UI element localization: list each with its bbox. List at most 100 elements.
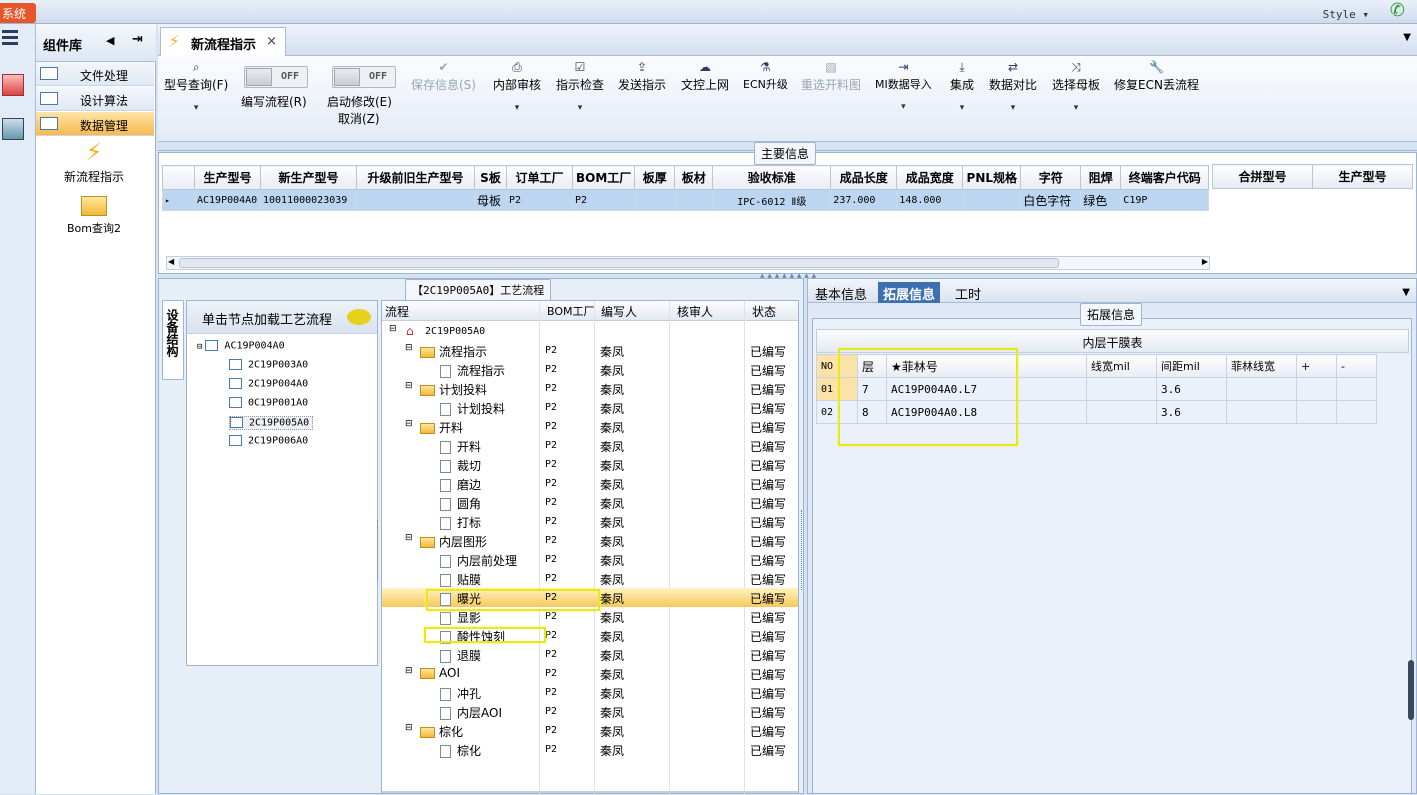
save-info-button[interactable]: ✔ 保存信息(S) <box>411 60 476 93</box>
flow-row[interactable]: 裁切 P2 秦凤 已编写 <box>382 455 798 474</box>
flow-row[interactable]: 流程指示 P2 秦凤 已编写 <box>382 360 798 379</box>
tree-child-node-selected[interactable]: 2C19P005A0 <box>229 416 314 430</box>
flow-row[interactable]: 冲孔 P2 秦凤 已编写 <box>382 683 798 702</box>
column-header[interactable]: 编写人 <box>601 303 637 320</box>
flow-step-name: 内层AOI <box>457 706 502 720</box>
ecn-upgrade-button[interactable]: ⚗ ECN升级 <box>743 60 788 92</box>
flow-row[interactable]: 内层AOI P2 秦凤 已编写 <box>382 702 798 721</box>
doc-control-online-button[interactable]: ☁ 文控上网 <box>681 60 729 93</box>
menu-item-design-algorithm[interactable]: 设计算法 <box>36 87 154 111</box>
horizontal-scrollbar[interactable]: ◀ ▶ <box>166 256 1210 270</box>
column-header[interactable]: 字符 <box>1020 165 1082 190</box>
repair-ecn-flow-button[interactable]: 🔧 修复ECN丢流程 <box>1114 60 1199 93</box>
system-menu-tab[interactable]: 系统 <box>0 3 36 23</box>
column-header[interactable]: 成品长度 <box>830 165 898 190</box>
calculator-icon[interactable] <box>2 118 24 140</box>
close-tab-icon[interactable]: × <box>266 34 277 49</box>
flow-row[interactable]: ⊟ 棕化 P2 秦凤 已编写 <box>382 721 798 740</box>
pin-icon[interactable]: ⇥ <box>132 32 143 47</box>
send-instruction-button[interactable]: ⇪ 发送指示 <box>618 60 666 93</box>
vertical-scrollbar-thumb[interactable] <box>1408 660 1414 720</box>
menu-item-data-management[interactable]: 数据管理 <box>36 112 154 136</box>
model-query-button[interactable]: ⌕ 型号查询(F) ▾ <box>164 60 228 113</box>
column-header[interactable]: 订单工厂 <box>506 165 573 190</box>
flow-row[interactable]: 贴膜 P2 秦凤 已编写 <box>382 569 798 588</box>
tab-extended-info[interactable]: 拓展信息 <box>878 282 941 303</box>
tab-list-dropdown-icon[interactable]: ▼ <box>1403 32 1411 43</box>
column-header[interactable]: 阻焊 <box>1080 165 1122 190</box>
flow-row[interactable]: 开料 P2 秦凤 已编写 <box>382 436 798 455</box>
tab-working-hours[interactable]: 工时 <box>950 282 986 303</box>
menu-item-file-processing[interactable]: 文件处理 <box>36 62 154 86</box>
flow-row[interactable]: ⊟ 开料 P2 秦凤 已编写 <box>382 417 798 436</box>
column-header[interactable]: S板 <box>474 165 507 190</box>
tree-child-node[interactable]: 0C19P001A0 <box>229 397 308 409</box>
mi-data-import-button[interactable]: ⇥ MI数据导入 ▾ <box>875 60 932 112</box>
tree-root-node[interactable]: ⊟ AC19P004A0 <box>197 340 285 352</box>
select-motherboard-button[interactable]: ⤨ 选择母板 ▾ <box>1052 60 1100 113</box>
flow-row[interactable]: 内层前处理 P2 秦凤 已编写 <box>382 550 798 569</box>
flow-row[interactable]: 磨边 P2 秦凤 已编写 <box>382 474 798 493</box>
column-header[interactable]: - <box>1336 354 1377 378</box>
integrate-button[interactable]: ⤓ 集成 ▾ <box>950 60 974 113</box>
tool-bom-query[interactable]: Bom查询2 <box>44 196 144 242</box>
column-header[interactable]: 验收标准 <box>712 165 832 190</box>
tab-basic-info[interactable]: 基本信息 <box>810 282 872 303</box>
table-row[interactable]: ▸ AC19P004A0 10011000023039 母板 P2 P2 IPC… <box>162 189 1210 211</box>
flow-row[interactable]: 圆角 P2 秦凤 已编写 <box>382 493 798 512</box>
flow-root-row[interactable]: ⊟ ⌂ 2C19P005A0 <box>382 322 798 341</box>
reselect-cutting-map-button[interactable]: ▧ 重选开料图 <box>801 60 861 93</box>
column-header[interactable]: 升级前旧生产型号 <box>356 165 475 190</box>
column-header[interactable]: BOM工厂 <box>547 303 595 319</box>
tool-new-flow-instruction[interactable]: ⚡ 新流程指示 <box>44 136 144 188</box>
data-compare-button[interactable]: ⇄ 数据对比 ▾ <box>989 60 1037 113</box>
flow-row[interactable]: ⊟ AOI P2 秦凤 已编写 <box>382 664 798 683</box>
column-header[interactable]: 线宽mil <box>1086 354 1157 378</box>
start-modify-toggle[interactable]: OFF <box>332 66 396 88</box>
flow-row[interactable]: ⊟ 内层图形 P2 秦凤 已编写 <box>382 531 798 550</box>
column-header[interactable]: 板材 <box>674 165 714 190</box>
app-icon[interactable] <box>2 74 24 96</box>
column-header[interactable]: 核审人 <box>677 303 713 320</box>
scroll-left-icon[interactable]: ◀ <box>168 257 174 266</box>
column-header[interactable]: 间距mil <box>1156 354 1227 378</box>
arrow-left-icon[interactable]: ◀ <box>106 34 114 47</box>
write-flow-toggle[interactable]: OFF <box>244 66 308 88</box>
dropdown-arrow-icon[interactable]: ▼ <box>1402 287 1410 298</box>
flow-row[interactable]: 计划投料 P2 秦凤 已编写 <box>382 398 798 417</box>
document-icon <box>440 688 451 701</box>
tree-child-node[interactable]: 2C19P006A0 <box>229 435 308 447</box>
scrollbar-thumb[interactable] <box>179 258 1059 268</box>
flow-row[interactable]: ⊟ 计划投料 P2 秦凤 已编写 <box>382 379 798 398</box>
column-header[interactable]: 成品宽度 <box>896 165 964 190</box>
column-header[interactable]: 菲林线宽 <box>1226 354 1297 378</box>
style-menu[interactable]: Style ▾ <box>1323 8 1369 21</box>
column-header[interactable]: 合拼型号 <box>1212 164 1313 189</box>
tab-new-flow-instruction[interactable]: ⚡ 新流程指示 × <box>160 27 286 56</box>
column-header[interactable]: NO <box>816 354 840 378</box>
tree-child-node[interactable]: 2C19P003A0 <box>229 359 308 371</box>
phone-icon[interactable]: ✆ <box>1390 0 1405 21</box>
flow-row[interactable]: 棕化 P2 秦凤 已编写 <box>382 740 798 759</box>
column-header[interactable]: 终端客户代码 <box>1120 165 1210 190</box>
flow-row[interactable]: 打标 P2 秦凤 已编写 <box>382 512 798 531</box>
column-header[interactable]: 新生产型号 <box>260 165 357 190</box>
column-header[interactable]: 生产型号 <box>1312 164 1413 189</box>
column-header[interactable]: + <box>1296 354 1337 378</box>
column-header[interactable]: PNL规格 <box>962 165 1022 190</box>
tree-child-node[interactable]: 2C19P004A0 <box>229 378 308 390</box>
column-header[interactable]: 板厚 <box>634 165 676 190</box>
column-header[interactable]: 流程 <box>385 303 409 320</box>
flow-row[interactable]: 退膜 P2 秦凤 已编写 <box>382 645 798 664</box>
column-header[interactable]: 状态 <box>752 303 776 320</box>
vertical-tab-equipment-structure[interactable]: 设备结构 <box>162 300 184 380</box>
column-header[interactable]: BOM工厂 <box>571 165 636 190</box>
flow-row[interactable]: ⊟ 流程指示 P2 秦凤 已编写 <box>382 341 798 360</box>
splitter-handle[interactable] <box>801 510 806 590</box>
instruction-check-button[interactable]: ☑ 指示检查 ▾ <box>556 60 604 113</box>
scroll-right-icon[interactable]: ▶ <box>1202 257 1208 266</box>
column-header[interactable]: 生产型号 <box>194 165 261 190</box>
internal-review-button[interactable]: ⎙ 内部审核 ▾ <box>493 60 541 113</box>
cancel-label[interactable]: 取消(Z) <box>338 110 380 127</box>
hamburger-menu-icon[interactable] <box>2 30 18 46</box>
